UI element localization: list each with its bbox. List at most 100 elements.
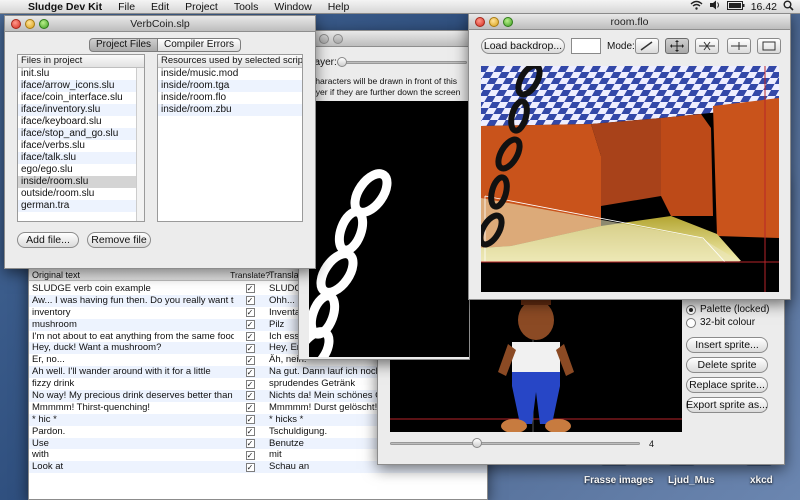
- wifi-icon[interactable]: [690, 0, 703, 13]
- file-list-item[interactable]: german.tra: [18, 200, 144, 212]
- original-text-cell: SLUDGE verb coin example: [32, 283, 151, 294]
- files-header[interactable]: Files in project: [18, 55, 144, 68]
- add-file-button[interactable]: Add file...: [17, 232, 79, 248]
- remove-file-button[interactable]: Remove file: [87, 232, 151, 248]
- palette-radio-locked[interactable]: Palette (locked): [686, 304, 769, 315]
- scrollbar[interactable]: [136, 68, 144, 221]
- zoom-icon[interactable]: [503, 16, 513, 27]
- files-list[interactable]: Files in project init.slu iface/arrow_ico…: [17, 54, 145, 222]
- translate-checkbox-cell: ✓: [234, 354, 266, 366]
- minimize-icon[interactable]: [489, 16, 499, 27]
- load-backdrop-button[interactable]: Load backdrop...: [481, 38, 565, 54]
- backdrop-color-well[interactable]: [571, 38, 601, 54]
- spotlight-icon[interactable]: [783, 0, 794, 14]
- header-original[interactable]: Original text: [29, 269, 234, 280]
- tab-compiler-errors[interactable]: Compiler Errors: [158, 38, 242, 52]
- mode-draw-button[interactable]: [635, 38, 659, 54]
- mode-delete-button[interactable]: [695, 38, 719, 54]
- close-icon[interactable]: [475, 16, 485, 27]
- tab-project-files[interactable]: Project Files: [89, 38, 159, 52]
- mode-move-button[interactable]: [665, 38, 689, 54]
- original-text-cell: Mmmmm! Thirst-quenching!: [32, 401, 151, 413]
- resource-list-item[interactable]: inside/room.zbu: [158, 104, 302, 116]
- translate-checkbox[interactable]: ✓: [245, 462, 255, 472]
- original-text-cell: Pardon.: [32, 425, 66, 437]
- file-list-item[interactable]: iface/arrow_icons.slu: [18, 80, 144, 92]
- resources-header[interactable]: Resources used by selected script: [158, 55, 302, 68]
- floor-canvas[interactable]: [481, 66, 779, 292]
- volume-icon[interactable]: [709, 0, 721, 13]
- file-list-item[interactable]: iface/coin_interface.slu: [18, 92, 144, 104]
- translate-checkbox-cell: ✓: [234, 366, 266, 378]
- mode-fit-button[interactable]: [757, 38, 781, 54]
- menu-app-name[interactable]: Sludge Dev Kit: [20, 1, 110, 13]
- resource-list-item[interactable]: inside/room.tga: [158, 80, 302, 92]
- zoom-icon[interactable]: [333, 33, 343, 44]
- translate-checkbox[interactable]: ✓: [245, 415, 255, 425]
- mode-split-button[interactable]: [727, 38, 751, 54]
- original-text-cell: No way! My precious drink deserves bette…: [32, 390, 233, 402]
- desktop-label-xkcd[interactable]: xkcd: [750, 475, 773, 486]
- translate-checkbox[interactable]: ✓: [245, 403, 255, 413]
- translate-checkbox[interactable]: ✓: [245, 308, 255, 318]
- menu-window[interactable]: Window: [266, 1, 319, 13]
- translate-checkbox[interactable]: ✓: [245, 439, 255, 449]
- desktop-label-ljud[interactable]: Ljud_Mus: [668, 475, 715, 486]
- translate-checkbox[interactable]: ✓: [245, 391, 255, 401]
- file-list-item[interactable]: outside/room.slu: [18, 188, 144, 200]
- slider-thumb[interactable]: [472, 438, 482, 448]
- original-text-cell: fizzy drink: [32, 378, 75, 390]
- translate-checkbox[interactable]: ✓: [245, 355, 255, 365]
- file-list-item[interactable]: iface/talk.slu: [18, 152, 144, 164]
- desktop-label-frasse[interactable]: Frasse images: [584, 475, 654, 486]
- palette-radio-32bit[interactable]: 32-bit colour: [686, 317, 755, 328]
- resource-list-item[interactable]: inside/room.flo: [158, 92, 302, 104]
- translate-checkbox[interactable]: ✓: [245, 379, 255, 389]
- close-icon[interactable]: [11, 18, 21, 29]
- translate-checkbox[interactable]: ✓: [245, 320, 255, 330]
- file-list-item[interactable]: iface/stop_and_go.slu: [18, 128, 144, 140]
- translate-checkbox[interactable]: ✓: [245, 427, 255, 437]
- slider-thumb[interactable]: [337, 57, 347, 67]
- file-list-item[interactable]: iface/keyboard.slu: [18, 116, 144, 128]
- translate-checkbox[interactable]: ✓: [245, 296, 255, 306]
- clock[interactable]: 16.42: [751, 1, 777, 13]
- zbuffer-canvas[interactable]: [309, 101, 469, 357]
- translate-checkbox[interactable]: ✓: [245, 367, 255, 377]
- menu-file[interactable]: File: [110, 1, 143, 13]
- original-text-cell: with: [32, 449, 49, 461]
- zoom-icon[interactable]: [39, 18, 49, 29]
- project-window-title: VerbCoin.slp: [130, 17, 190, 30]
- layer-slider[interactable]: [337, 57, 467, 67]
- minimize-icon[interactable]: [25, 18, 35, 29]
- menu-project[interactable]: Project: [177, 1, 226, 13]
- fit-icon: [762, 41, 776, 51]
- battery-icon[interactable]: [726, 0, 745, 13]
- sprite-slider[interactable]: [390, 438, 640, 448]
- translate-checkbox[interactable]: ✓: [245, 284, 255, 294]
- menu-edit[interactable]: Edit: [143, 1, 177, 13]
- translate-checkbox[interactable]: ✓: [245, 450, 255, 460]
- file-list-item[interactable]: ego/ego.slu: [18, 164, 144, 176]
- room-backdrop-icon: [481, 66, 779, 292]
- translate-checkbox-cell: ✓: [234, 331, 266, 343]
- export-sprite-button[interactable]: Export sprite as...: [686, 397, 768, 413]
- header-translate[interactable]: Translate?: [230, 269, 270, 280]
- menu-tools[interactable]: Tools: [226, 1, 267, 13]
- menu-help[interactable]: Help: [320, 1, 358, 13]
- insert-sprite-button[interactable]: Insert sprite...: [686, 337, 768, 353]
- file-list-item[interactable]: inside/room.slu: [18, 176, 144, 188]
- translate-checkbox-cell: ✓: [234, 449, 266, 461]
- resource-list-item[interactable]: inside/music.mod: [158, 68, 302, 80]
- resources-list[interactable]: Resources used by selected script inside…: [157, 54, 303, 222]
- minimize-icon[interactable]: [319, 33, 329, 44]
- translate-checkbox[interactable]: ✓: [245, 332, 255, 341]
- translate-checkbox[interactable]: ✓: [245, 343, 255, 353]
- delete-sprite-button[interactable]: Delete sprite: [686, 357, 768, 373]
- original-text-cell: Aw... I was having fun then. Do you real…: [32, 294, 234, 306]
- file-list-item[interactable]: iface/verbs.slu: [18, 140, 144, 152]
- file-list-item[interactable]: init.slu: [18, 68, 144, 80]
- replace-sprite-button[interactable]: Replace sprite...: [686, 377, 768, 393]
- original-text-cell: Ah well. I'll wander around with it for …: [32, 366, 211, 378]
- file-list-item[interactable]: iface/inventory.slu: [18, 104, 144, 116]
